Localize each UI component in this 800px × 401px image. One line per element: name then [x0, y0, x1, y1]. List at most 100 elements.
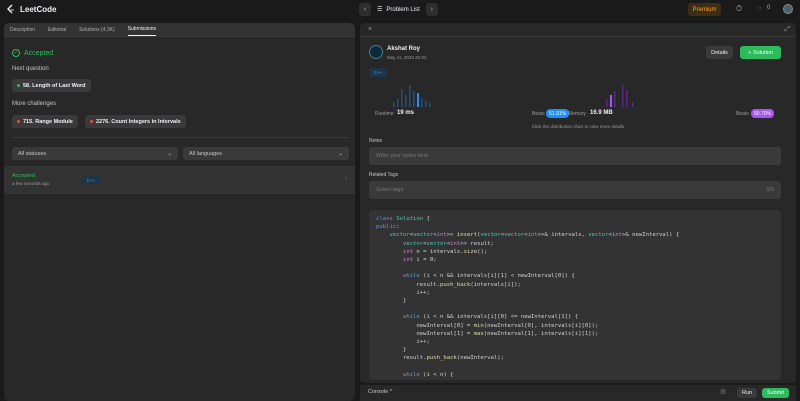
top-nav: LeetCode ‹ ☰ Problem List › Premium ⏱ ◌ …: [0, 0, 800, 20]
console-bar: Console ^ ⚙ Run Submit: [360, 385, 796, 401]
challenge-chip[interactable]: 2276. Count Integers in Intervals: [85, 115, 186, 128]
chevron-down-icon: ⌄: [167, 150, 172, 157]
post-solution-button[interactable]: + Solution: [740, 46, 781, 59]
logo[interactable]: LeetCode: [6, 4, 56, 15]
code-language-badge: C++: [369, 68, 387, 77]
status-filter-value: All statuses: [18, 150, 47, 157]
runtime-bar: [405, 95, 407, 107]
left-panel: Description Editorial Solutions (4.3K) S…: [4, 23, 355, 401]
language-filter[interactable]: All languages ⌄: [183, 147, 349, 160]
run-button[interactable]: Run: [737, 388, 757, 398]
console-toggle[interactable]: Console ^: [368, 389, 392, 395]
submission-status: Accepted: [12, 173, 35, 179]
tab-solutions[interactable]: Solutions (4.3K): [79, 27, 115, 33]
difficulty-dot-icon: [17, 84, 20, 87]
memory-bar: [606, 99, 608, 107]
list-icon: ☰: [377, 7, 383, 13]
submission-date: May 11, 2023 20:02: [387, 55, 427, 60]
runtime-label: Runtime: [375, 111, 394, 117]
submission-time: a few seconds ago: [12, 181, 50, 186]
author-avatar[interactable]: [369, 45, 383, 59]
expand-icon[interactable]: ⤢: [784, 26, 790, 34]
runtime-bar: [429, 103, 431, 107]
code-viewer[interactable]: class Solution { public: vector<vector<i…: [369, 210, 781, 380]
notes-placeholder: Write your notes here: [376, 153, 429, 159]
solution-label: Solution: [753, 49, 774, 56]
logo-text: LeetCode: [20, 5, 57, 14]
runtime-bar: [401, 89, 403, 107]
runtime-bar: [425, 101, 427, 107]
problem-list-button[interactable]: ☰ Problem List: [377, 6, 420, 14]
tab-editorial[interactable]: Editorial: [48, 27, 66, 33]
notes-label: Notes: [369, 138, 383, 144]
runtime-bar: [409, 85, 411, 107]
leetcode-logo-icon: [7, 4, 14, 14]
challenge-title: 2276. Count Integers in Intervals: [96, 118, 181, 125]
author-name[interactable]: Akshat Roy: [387, 46, 420, 52]
console-label: Console: [368, 389, 389, 395]
status-filter[interactable]: All statuses ⌄: [12, 147, 178, 160]
memory-beats-label: Beats: [736, 111, 749, 117]
runtime-beats-badge: 51.91%: [546, 109, 569, 118]
tags-input[interactable]: Select tags 0/5: [369, 181, 781, 199]
distribution-chart[interactable]: [360, 81, 796, 107]
memory-beats-badge: 80.70%: [751, 109, 774, 118]
plus-icon: +: [747, 49, 752, 56]
submit-button[interactable]: Submit: [762, 388, 789, 398]
tags-label: Related Tags: [369, 172, 399, 178]
tab-description[interactable]: Description: [10, 27, 35, 33]
tags-count: 0/5: [766, 187, 774, 193]
timer-icon[interactable]: ⏱: [736, 4, 742, 14]
runtime-value: 19 ms: [397, 110, 415, 116]
difficulty-dot-icon: [17, 120, 20, 123]
check-circle-icon: ✓: [12, 49, 20, 57]
next-question-title: 58. Length of Last Word: [23, 82, 86, 89]
challenge-chip[interactable]: 715. Range Module: [12, 115, 78, 128]
result-status: ✓ Accepted: [12, 49, 53, 57]
language-filter-value: All languages: [189, 150, 223, 157]
memory-bar: [614, 91, 616, 107]
premium-button[interactable]: Premium: [688, 3, 721, 16]
challenge-title: 715. Range Module: [23, 118, 73, 125]
chart-hint: Click the distribution chart to view mor…: [531, 124, 625, 129]
notes-input[interactable]: Write your notes here: [369, 147, 781, 165]
memory-bar: [622, 85, 624, 107]
memory-bar-current: [610, 95, 612, 107]
submission-row[interactable]: [4, 166, 355, 194]
tab-bar: Description Editorial Solutions (4.3K) S…: [4, 23, 355, 37]
status-text: Accepted: [24, 49, 54, 57]
runtime-bar: [413, 91, 415, 107]
runtime-bar: [393, 102, 395, 107]
close-icon[interactable]: ×: [368, 26, 372, 33]
memory-bar: [632, 102, 634, 107]
memory-label: Memory: [568, 111, 587, 117]
chevron-left-icon: ‹: [363, 6, 367, 13]
next-problem-button[interactable]: ›: [425, 3, 438, 16]
next-question-label: Next question: [12, 66, 49, 72]
runtime-bar-current: [417, 93, 419, 107]
divider: [12, 137, 349, 138]
tab-submissions[interactable]: Submissions: [127, 26, 157, 36]
coin-count: 0: [767, 5, 771, 11]
problem-list-label: Problem List: [386, 6, 420, 13]
fire-icon[interactable]: ◌: [757, 4, 762, 13]
problem-nav: ‹ ☰ Problem List ›: [359, 3, 438, 16]
runtime-bar: [397, 99, 399, 107]
runtime-bar: [421, 98, 423, 107]
chevron-up-icon: ^: [389, 389, 393, 395]
more-challenges-label: More challenges: [12, 101, 57, 107]
details-button[interactable]: Details: [706, 46, 733, 59]
memory-bar: [626, 90, 628, 107]
next-question-chip[interactable]: 58. Length of Last Word: [12, 79, 91, 92]
runtime-beats-label: Beats: [532, 111, 545, 117]
prev-problem-button[interactable]: ‹: [359, 3, 371, 16]
chevron-down-icon: ⌄: [338, 150, 343, 157]
tags-placeholder: Select tags: [376, 187, 404, 193]
user-avatar[interactable]: [783, 4, 793, 14]
settings-icon[interactable]: ⚙: [720, 388, 726, 396]
difficulty-dot-icon: [90, 120, 93, 123]
divider: [360, 36, 796, 37]
chevron-right-icon: ›: [430, 6, 433, 13]
chevron-right-icon: ›: [345, 176, 347, 182]
memory-value: 16.9 MB: [590, 110, 613, 116]
